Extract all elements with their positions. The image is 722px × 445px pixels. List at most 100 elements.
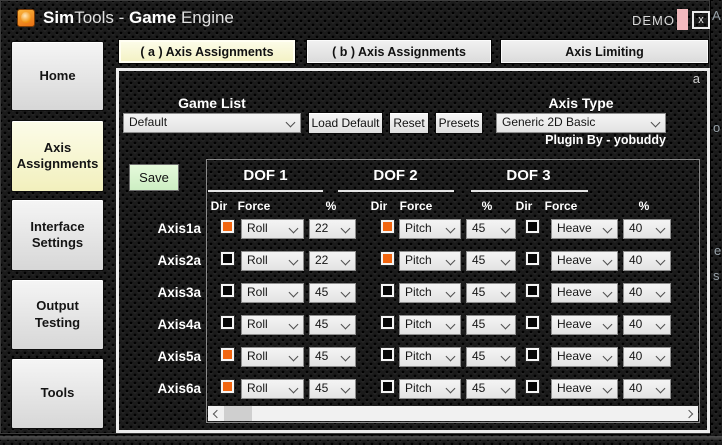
dir-checkbox[interactable]	[221, 252, 234, 265]
percent-select[interactable]: 40	[623, 219, 671, 239]
dir-checkbox[interactable]	[381, 220, 394, 233]
dir-checkbox[interactable]	[526, 252, 539, 265]
dof2-dir-header: Dir	[370, 199, 388, 213]
force-select[interactable]: Roll	[241, 219, 304, 239]
percent-select[interactable]: 45	[309, 347, 356, 367]
game-list-label: Game List	[178, 95, 246, 111]
dof1-dir-header: Dir	[210, 199, 228, 213]
dir-checkbox[interactable]	[526, 284, 539, 297]
dof1-pct-header: %	[325, 199, 337, 213]
dof1-force-header: Force	[237, 199, 271, 213]
desktop-background: A o e s SimTools - Game Engine DEMO x Ho…	[0, 0, 722, 445]
tab-axis-limiting[interactable]: Axis Limiting	[500, 39, 709, 64]
percent-select[interactable]: 22	[309, 251, 356, 271]
percent-select[interactable]: 45	[466, 379, 516, 399]
background-window-fragment: A	[712, 8, 721, 23]
title-engine: Engine	[176, 8, 234, 27]
force-select[interactable]: Pitch	[399, 219, 461, 239]
force-select[interactable]: Heave	[551, 347, 618, 367]
sidebar-item-home[interactable]: Home	[11, 41, 104, 111]
percent-select[interactable]: 40	[623, 251, 671, 271]
load-default-button[interactable]: Load Default	[308, 112, 383, 134]
force-select[interactable]: Heave	[551, 219, 618, 239]
dir-checkbox[interactable]	[526, 380, 539, 393]
tab-b-axis-assignments[interactable]: ( b ) Axis Assignments	[306, 39, 492, 64]
force-select[interactable]: Pitch	[399, 315, 461, 335]
game-list-select[interactable]: Default	[123, 113, 301, 133]
sidebar-item-axis-assignments[interactable]: Axis Assignments	[11, 120, 104, 192]
dir-checkbox[interactable]	[526, 220, 539, 233]
dir-checkbox[interactable]	[221, 220, 234, 233]
title-bar[interactable]: SimTools - Game Engine DEMO x	[1, 1, 710, 35]
force-select[interactable]: Heave	[551, 379, 618, 399]
presets-button[interactable]: Presets	[435, 112, 483, 134]
dir-checkbox[interactable]	[221, 316, 234, 329]
percent-select[interactable]: 40	[623, 283, 671, 303]
scroll-right-icon[interactable]	[683, 406, 698, 421]
reset-button[interactable]: Reset	[389, 112, 429, 134]
sidebar-item-tools[interactable]: Tools	[11, 358, 104, 429]
dof3-underline	[471, 190, 588, 192]
table-row: Roll 45 Pitch 45 Heave 40	[207, 347, 699, 367]
percent-select[interactable]: 22	[309, 219, 356, 239]
horizontal-scrollbar[interactable]	[208, 406, 698, 421]
percent-select[interactable]: 45	[466, 283, 516, 303]
simtools-logo-icon	[17, 9, 35, 27]
close-button[interactable]: x	[692, 11, 710, 29]
dir-checkbox[interactable]	[381, 252, 394, 265]
force-select[interactable]: Pitch	[399, 283, 461, 303]
percent-select[interactable]: 45	[309, 379, 356, 399]
dir-checkbox[interactable]	[221, 284, 234, 297]
percent-select[interactable]: 45	[466, 315, 516, 335]
axis-type-label: Axis Type	[548, 95, 614, 111]
dof2-underline	[338, 190, 454, 192]
percent-select[interactable]: 45	[309, 315, 356, 335]
dof2-force-header: Force	[399, 199, 433, 213]
force-select[interactable]: Heave	[551, 251, 618, 271]
force-select[interactable]: Heave	[551, 283, 618, 303]
force-select[interactable]: Roll	[241, 315, 304, 335]
dir-checkbox[interactable]	[381, 380, 394, 393]
percent-select[interactable]: 45	[309, 283, 356, 303]
simtools-window: SimTools - Game Engine DEMO x Home Axis …	[0, 0, 710, 434]
axis-type-select[interactable]: Generic 2D Basic	[496, 113, 666, 133]
axis-row-label: Axis1a	[157, 221, 201, 236]
scroll-left-icon[interactable]	[208, 406, 223, 421]
dir-checkbox[interactable]	[381, 348, 394, 361]
force-select[interactable]: Pitch	[399, 251, 461, 271]
title-game: Game	[128, 8, 177, 27]
dir-checkbox[interactable]	[221, 380, 234, 393]
sidebar-item-interface-settings[interactable]: Interface Settings	[11, 199, 104, 271]
save-button[interactable]: Save	[129, 164, 179, 191]
percent-select[interactable]: 45	[466, 219, 516, 239]
force-select[interactable]: Roll	[241, 347, 304, 367]
dir-checkbox[interactable]	[526, 348, 539, 361]
panel-corner-label: a	[692, 71, 700, 86]
dof2-pct-header: %	[481, 199, 493, 213]
force-select[interactable]: Roll	[241, 379, 304, 399]
force-select[interactable]: Roll	[241, 283, 304, 303]
minimize-button[interactable]	[677, 9, 688, 30]
dof3-force-header: Force	[544, 199, 578, 213]
tab-a-axis-assignments[interactable]: ( a ) Axis Assignments	[118, 39, 296, 64]
force-select[interactable]: Heave	[551, 315, 618, 335]
percent-select[interactable]: 40	[623, 315, 671, 335]
dir-checkbox[interactable]	[381, 316, 394, 329]
axis-row-label: Axis2a	[157, 253, 201, 268]
background-window-fragment: s	[713, 268, 720, 283]
table-row: Roll 22 Pitch 45 Heave 40	[207, 251, 699, 271]
percent-select[interactable]: 45	[466, 347, 516, 367]
plugin-by-label: Plugin By - yobuddy	[545, 133, 666, 147]
dir-checkbox[interactable]	[221, 348, 234, 361]
force-select[interactable]: Pitch	[399, 379, 461, 399]
percent-select[interactable]: 40	[623, 379, 671, 399]
dir-checkbox[interactable]	[526, 316, 539, 329]
sidebar-item-output-testing[interactable]: Output Testing	[11, 279, 104, 350]
dir-checkbox[interactable]	[381, 284, 394, 297]
force-select[interactable]: Roll	[241, 251, 304, 271]
percent-select[interactable]: 45	[466, 251, 516, 271]
scrollbar-thumb[interactable]	[224, 406, 252, 421]
force-select[interactable]: Pitch	[399, 347, 461, 367]
axis-row-label: Axis4a	[157, 317, 201, 332]
percent-select[interactable]: 40	[623, 347, 671, 367]
